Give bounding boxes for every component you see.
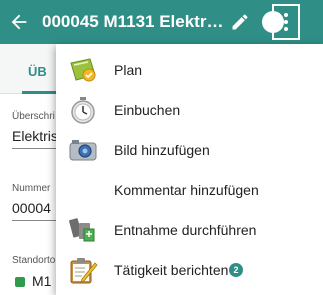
menu-item-label: Kommentar hinzufügen — [114, 182, 259, 198]
stopwatch-icon — [71, 97, 95, 124]
camera-icon — [69, 140, 97, 161]
plan-icon — [70, 58, 96, 82]
field-label-location: Standorto — [12, 255, 56, 266]
clipboard-icon — [70, 258, 98, 284]
pencil-icon[interactable] — [230, 12, 250, 32]
field-value-location[interactable]: M1 — [32, 273, 51, 289]
menu-item-add-image[interactable]: Bild hinzufügen — [56, 130, 323, 170]
field-label-title: Überschri — [12, 111, 55, 122]
page-title: 000045 M1131 Elektro... — [42, 12, 227, 31]
menu-item-book-in[interactable]: Einbuchen — [56, 90, 323, 130]
cube-icon — [15, 277, 25, 287]
tab-overview[interactable]: ÜB — [28, 64, 47, 79]
field-value-number[interactable]: 00004 — [12, 200, 51, 216]
menu-item-add-comment[interactable]: Kommentar hinzufügen — [56, 170, 323, 210]
menu-item-report-activity[interactable]: Tätigkeit berichten 2 — [56, 250, 323, 290]
arrow-left-icon[interactable] — [8, 11, 30, 33]
menu-item-plan[interactable]: Plan — [56, 50, 323, 90]
notification-badge: 2 — [229, 263, 243, 277]
menu-item-label: Tätigkeit berichten — [114, 262, 229, 278]
tools-icon — [69, 218, 95, 242]
menu-item-label: Einbuchen — [114, 102, 181, 118]
menu-item-label: Plan — [114, 62, 143, 78]
menu-item-label: Bild hinzufügen — [114, 142, 210, 158]
menu-item-withdrawal[interactable]: Entnahme durchführen — [56, 210, 323, 250]
more-vertical-icon — [284, 13, 288, 31]
overflow-menu: Plan Einbuchen Bild hinzufügen Kommentar… — [56, 44, 323, 295]
menu-item-label: Entnahme durchführen — [114, 222, 257, 238]
field-label-number: Nummer — [12, 183, 51, 194]
app-bar: 000045 M1131 Elektro... ! — [0, 0, 323, 44]
field-value-title[interactable]: Elektris — [12, 128, 58, 144]
more-options-button[interactable] — [272, 4, 300, 40]
